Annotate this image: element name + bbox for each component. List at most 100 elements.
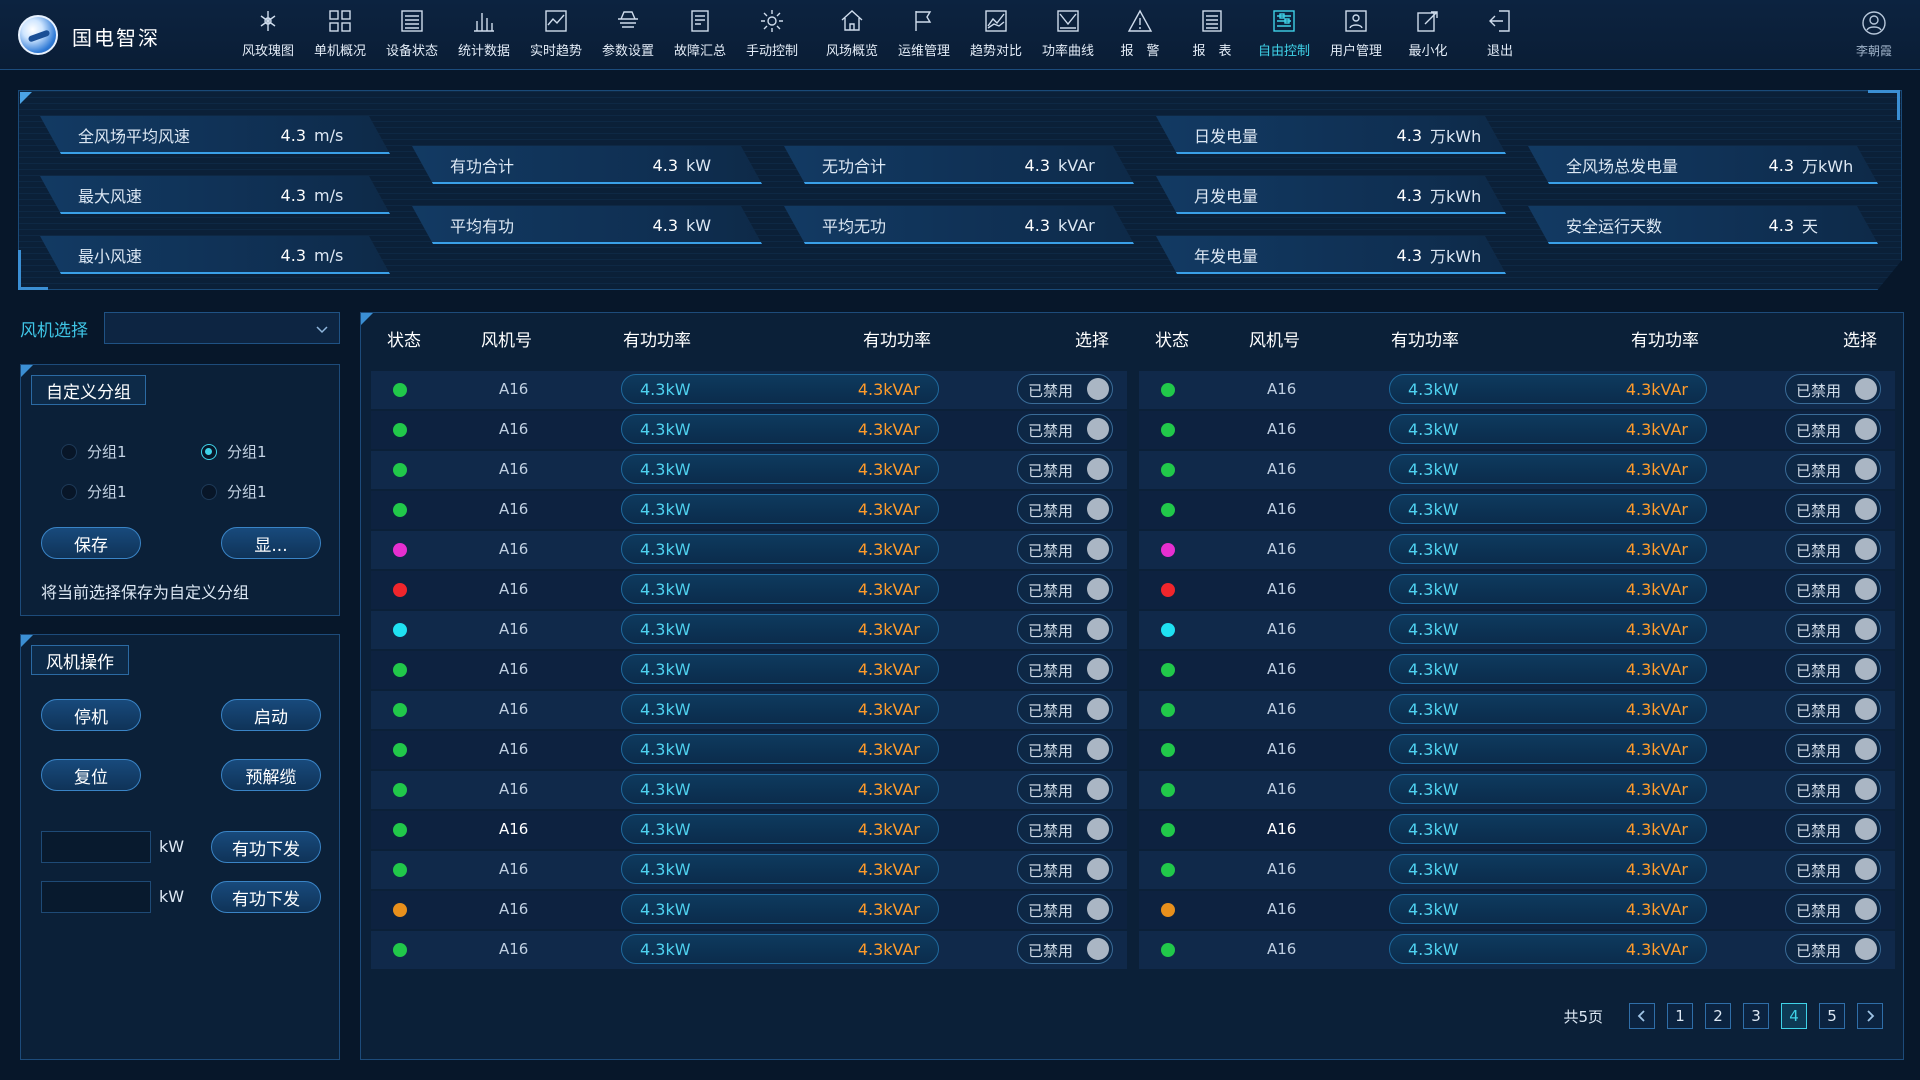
nav-item-report[interactable]: 报 表 <box>1176 6 1248 66</box>
select-toggle[interactable]: 已禁用 <box>1785 534 1881 564</box>
select-toggle[interactable]: 已禁用 <box>1017 854 1113 884</box>
select-toggle[interactable]: 已禁用 <box>1785 734 1881 764</box>
select-toggle[interactable]: 已禁用 <box>1017 374 1113 404</box>
select-toggle[interactable]: 已禁用 <box>1785 894 1881 924</box>
select-toggle[interactable]: 已禁用 <box>1785 414 1881 444</box>
select-toggle[interactable]: 已禁用 <box>1785 694 1881 724</box>
table-row[interactable]: A16 4.3kW 4.3kVAr 已禁用 <box>371 491 1127 529</box>
select-toggle[interactable]: 已禁用 <box>1017 534 1113 564</box>
unwind-button[interactable]: 预解缆 <box>221 759 321 791</box>
table-row[interactable]: A16 4.3kW 4.3kVAr 已禁用 <box>371 451 1127 489</box>
select-toggle[interactable]: 已禁用 <box>1785 774 1881 804</box>
nav-item-compare[interactable]: 趋势对比 <box>960 6 1032 66</box>
radio-button[interactable] <box>61 483 77 500</box>
table-row[interactable]: A16 4.3kW 4.3kVAr 已禁用 <box>1139 531 1895 569</box>
nav-item-exit[interactable]: 退出 <box>1464 6 1536 66</box>
user-menu[interactable]: 李朝霞 <box>1846 10 1902 59</box>
select-toggle[interactable]: 已禁用 <box>1017 654 1113 684</box>
send-active-power-button-1[interactable]: 有功下发 <box>211 831 321 863</box>
table-row[interactable]: A16 4.3kW 4.3kVAr 已禁用 <box>371 931 1127 969</box>
table-row[interactable]: A16 4.3kW 4.3kVAr 已禁用 <box>1139 611 1895 649</box>
table-row[interactable]: A16 4.3kW 4.3kVAr 已禁用 <box>371 371 1127 409</box>
table-row[interactable]: A16 4.3kW 4.3kVAr 已禁用 <box>1139 411 1895 449</box>
page-button-3[interactable]: 3 <box>1743 1003 1769 1029</box>
nav-item-home[interactable]: 风场概览 <box>816 6 888 66</box>
table-row[interactable]: A16 4.3kW 4.3kVAr 已禁用 <box>371 891 1127 929</box>
group-option-2[interactable]: 分组1 <box>201 441 267 462</box>
select-toggle[interactable]: 已禁用 <box>1785 934 1881 964</box>
nav-item-fault-list[interactable]: 故障汇总 <box>664 6 736 66</box>
nav-item-gear[interactable]: 手动控制 <box>736 6 808 66</box>
show-group-button[interactable]: 显... <box>221 527 321 559</box>
group-option-1[interactable]: 分组1 <box>61 441 127 462</box>
select-toggle[interactable]: 已禁用 <box>1785 494 1881 524</box>
select-toggle[interactable]: 已禁用 <box>1785 614 1881 644</box>
nav-item-parameter[interactable]: 参数设置 <box>592 6 664 66</box>
select-toggle[interactable]: 已禁用 <box>1785 374 1881 404</box>
page-button-1[interactable]: 1 <box>1667 1003 1693 1029</box>
nav-item-trend[interactable]: 实时趋势 <box>520 6 592 66</box>
nav-item-free-control[interactable]: 自由控制 <box>1248 6 1320 66</box>
select-toggle[interactable]: 已禁用 <box>1017 614 1113 644</box>
select-toggle[interactable]: 已禁用 <box>1785 814 1881 844</box>
nav-item-bar-chart[interactable]: 统计数据 <box>448 6 520 66</box>
select-toggle[interactable]: 已禁用 <box>1017 774 1113 804</box>
table-row[interactable]: A16 4.3kW 4.3kVAr 已禁用 <box>371 851 1127 889</box>
table-row[interactable]: A16 4.3kW 4.3kVAr 已禁用 <box>371 811 1127 849</box>
start-button[interactable]: 启动 <box>221 699 321 731</box>
radio-button[interactable] <box>61 443 77 460</box>
fan-select-dropdown[interactable] <box>104 312 340 344</box>
table-row[interactable]: A16 4.3kW 4.3kVAr 已禁用 <box>1139 691 1895 729</box>
save-group-button[interactable]: 保存 <box>41 527 141 559</box>
group-option-3[interactable]: 分组1 <box>61 481 127 502</box>
table-row[interactable]: A16 4.3kW 4.3kVAr 已禁用 <box>1139 571 1895 609</box>
select-toggle[interactable]: 已禁用 <box>1785 654 1881 684</box>
select-toggle[interactable]: 已禁用 <box>1785 454 1881 484</box>
nav-item-wind-rose[interactable]: 风玫瑰图 <box>232 6 304 66</box>
table-row[interactable]: A16 4.3kW 4.3kVAr 已禁用 <box>371 571 1127 609</box>
table-row[interactable]: A16 4.3kW 4.3kVAr 已禁用 <box>1139 371 1895 409</box>
select-toggle[interactable]: 已禁用 <box>1017 574 1113 604</box>
prev-page-button[interactable] <box>1629 1003 1655 1029</box>
select-toggle[interactable]: 已禁用 <box>1017 814 1113 844</box>
table-row[interactable]: A16 4.3kW 4.3kVAr 已禁用 <box>1139 931 1895 969</box>
table-row[interactable]: A16 4.3kW 4.3kVAr 已禁用 <box>371 611 1127 649</box>
table-row[interactable]: A16 4.3kW 4.3kVAr 已禁用 <box>1139 491 1895 529</box>
page-button-5[interactable]: 5 <box>1819 1003 1845 1029</box>
nav-item-device-status[interactable]: 设备状态 <box>376 6 448 66</box>
select-toggle[interactable]: 已禁用 <box>1017 734 1113 764</box>
nav-item-minimize[interactable]: 最小化 <box>1392 6 1464 66</box>
select-toggle[interactable]: 已禁用 <box>1017 414 1113 444</box>
table-row[interactable]: A16 4.3kW 4.3kVAr 已禁用 <box>1139 891 1895 929</box>
select-toggle[interactable]: 已禁用 <box>1785 854 1881 884</box>
table-row[interactable]: A16 4.3kW 4.3kVAr 已禁用 <box>371 411 1127 449</box>
table-row[interactable]: A16 4.3kW 4.3kVAr 已禁用 <box>1139 851 1895 889</box>
radio-button[interactable] <box>201 483 217 500</box>
nav-item-grid[interactable]: 单机概况 <box>304 6 376 66</box>
group-option-4[interactable]: 分组1 <box>201 481 267 502</box>
nav-item-power-curve[interactable]: 功率曲线 <box>1032 6 1104 66</box>
active-power-input-2[interactable] <box>41 881 151 913</box>
radio-button[interactable] <box>201 443 217 460</box>
select-toggle[interactable]: 已禁用 <box>1017 494 1113 524</box>
table-row[interactable]: A16 4.3kW 4.3kVAr 已禁用 <box>1139 771 1895 809</box>
table-row[interactable]: A16 4.3kW 4.3kVAr 已禁用 <box>371 531 1127 569</box>
stop-button[interactable]: 停机 <box>41 699 141 731</box>
select-toggle[interactable]: 已禁用 <box>1017 894 1113 924</box>
select-toggle[interactable]: 已禁用 <box>1785 574 1881 604</box>
select-toggle[interactable]: 已禁用 <box>1017 454 1113 484</box>
page-button-4[interactable]: 4 <box>1781 1003 1807 1029</box>
table-row[interactable]: A16 4.3kW 4.3kVAr 已禁用 <box>1139 451 1895 489</box>
page-button-2[interactable]: 2 <box>1705 1003 1731 1029</box>
table-row[interactable]: A16 4.3kW 4.3kVAr 已禁用 <box>371 731 1127 769</box>
table-row[interactable]: A16 4.3kW 4.3kVAr 已禁用 <box>371 771 1127 809</box>
next-page-button[interactable] <box>1857 1003 1883 1029</box>
table-row[interactable]: A16 4.3kW 4.3kVAr 已禁用 <box>371 691 1127 729</box>
table-row[interactable]: A16 4.3kW 4.3kVAr 已禁用 <box>1139 811 1895 849</box>
table-row[interactable]: A16 4.3kW 4.3kVAr 已禁用 <box>371 651 1127 689</box>
select-toggle[interactable]: 已禁用 <box>1017 694 1113 724</box>
active-power-input-1[interactable] <box>41 831 151 863</box>
table-row[interactable]: A16 4.3kW 4.3kVAr 已禁用 <box>1139 731 1895 769</box>
select-toggle[interactable]: 已禁用 <box>1017 934 1113 964</box>
reset-button[interactable]: 复位 <box>41 759 141 791</box>
